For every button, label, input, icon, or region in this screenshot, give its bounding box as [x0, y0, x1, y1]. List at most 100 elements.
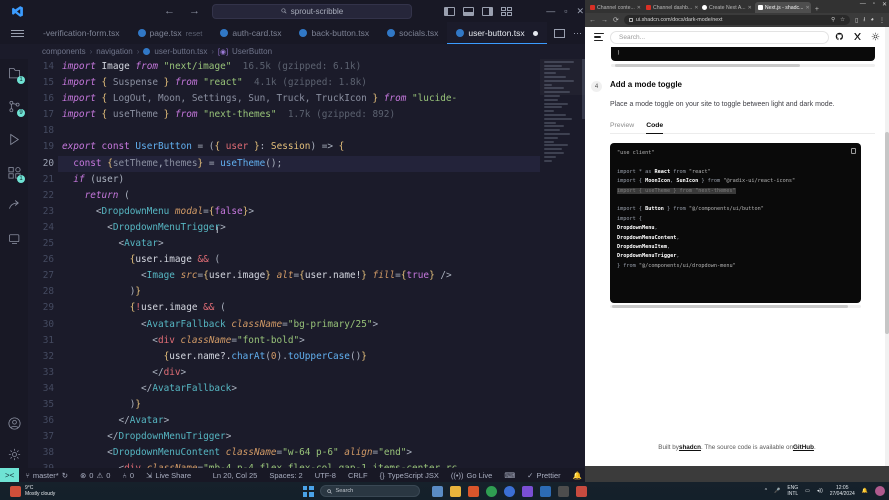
browser-action-icons[interactable]: ▯ ⭳ ◕ ⋮ — [855, 15, 885, 25]
browser-address-bar[interactable]: ui.shadcn.com/docs/dark-mode/next ⚲ ☆ — [623, 15, 850, 25]
status-language-mode[interactable]: {} TypeScript JSX — [374, 471, 445, 480]
status-eol[interactable]: CRLF — [342, 471, 374, 480]
accounts-icon[interactable] — [4, 413, 24, 433]
folder-icon[interactable] — [449, 485, 461, 497]
app-icon-red[interactable] — [575, 485, 587, 497]
app-icon-purple[interactable] — [521, 485, 533, 497]
site-search-input[interactable]: Search... — [610, 30, 829, 44]
code-content[interactable]: 14 import Image from "next/image" 16.5k (… — [28, 59, 588, 468]
browser-tab[interactable]: Channel dashb... ✕ — [643, 2, 699, 13]
breadcrumb-item-navigation[interactable]: navigation — [96, 47, 132, 56]
share-icon[interactable] — [4, 195, 24, 215]
tab-close-icon[interactable]: ✕ — [805, 5, 809, 11]
bookmark-star-icon[interactable]: ☆ — [840, 17, 845, 23]
code-line[interactable]: 28 )} — [28, 284, 588, 300]
browser-back-icon[interactable]: ← — [589, 17, 596, 24]
status-live-share[interactable]: ⇲ Live Share — [140, 471, 197, 480]
taskbar-weather-widget[interactable]: 9°C Mostly cloudy — [0, 485, 55, 497]
app-icon-orange[interactable] — [467, 485, 479, 497]
code-line[interactable]: 26 {user.image && ( — [28, 252, 588, 268]
editor-tab[interactable]: back-button.tsx — [290, 22, 378, 44]
code-line[interactable]: 39 <div className="mb-4 p-4 flex flex-co… — [28, 461, 588, 468]
code-line[interactable]: 37 </DropdownMenuTrigger> — [28, 429, 588, 445]
explorer-icon[interactable]: 1 — [4, 63, 25, 84]
browser-tab-active[interactable]: Next.js - shadc... ✕ — [754, 2, 811, 13]
status-cursor-position[interactable]: Ln 20, Col 25 — [207, 471, 264, 480]
tab-close-icon[interactable]: ✕ — [694, 5, 698, 11]
browser-menu-icon[interactable]: ⋮ — [879, 17, 885, 24]
code-editor[interactable]: 14 import Image from "next/image" 16.5k (… — [28, 59, 588, 468]
profile-avatar-icon[interactable]: ◕ — [870, 17, 874, 23]
browser-reload-icon[interactable]: ⟳ — [613, 16, 619, 24]
breadcrumb-item-file[interactable]: user-button.tsx — [154, 47, 207, 56]
code-line[interactable]: 30 <AvatarFallback className="bg-primary… — [28, 317, 588, 333]
tray-avatar[interactable] — [875, 486, 885, 496]
editor-tab[interactable]: page.tsx reset — [129, 22, 212, 44]
minimap[interactable] — [540, 59, 588, 468]
code-line[interactable]: 14 import Image from "next/image" 16.5k (… — [28, 59, 588, 75]
page-vertical-scrollbar[interactable] — [885, 27, 889, 466]
twitter-x-icon[interactable] — [853, 32, 862, 43]
taskbar-search-box[interactable]: Search — [319, 485, 420, 497]
remote-explorer-icon[interactable] — [4, 228, 24, 248]
sync-icon[interactable]: ↻ — [62, 471, 68, 480]
omnibox-actions[interactable]: ⚲ ☆ — [831, 17, 845, 23]
source-control-icon[interactable]: 9 — [4, 96, 25, 117]
editor-tab[interactable]: auth-card.tsx — [211, 22, 290, 44]
browser-tab[interactable]: Channel conte... ✕ — [587, 2, 643, 13]
code-line[interactable]: 24 <DropdownMenuTrigger> — [28, 220, 588, 236]
vscode-layout-controls[interactable] — [444, 6, 512, 16]
code-line[interactable]: 31 <div className="font-bold"> — [28, 333, 588, 349]
maximize-icon[interactable]: ▫ — [873, 1, 875, 8]
file-explorer-icon[interactable] — [431, 485, 443, 497]
code-line[interactable]: 25 <Avatar> — [28, 236, 588, 252]
split-editor-icon[interactable] — [554, 28, 565, 38]
customize-layout-icon[interactable] — [501, 6, 512, 16]
status-indentation[interactable]: Spaces: 2 — [263, 471, 308, 480]
taskbar-pinned-apps[interactable] — [431, 485, 587, 497]
search-in-page-icon[interactable]: ⚲ — [831, 17, 835, 23]
taskbar-clock[interactable]: 12:05 27/04/2024 — [830, 485, 855, 497]
browser-forward-icon[interactable]: → — [601, 17, 608, 24]
code-line[interactable]: 22 return ( — [28, 188, 588, 204]
vscode-nav-arrows[interactable]: ← → — [164, 5, 200, 17]
code-line[interactable]: 32 {user.name?.charAt(0).toUpperCase()} — [28, 349, 588, 365]
status-encoding[interactable]: UTF-8 — [309, 471, 342, 480]
status-remote-indicator[interactable]: ⌨ — [498, 471, 521, 480]
nav-forward-icon[interactable]: → — [189, 5, 200, 17]
status-prettier[interactable]: ✓ Prettier — [521, 471, 566, 480]
new-tab-button[interactable]: + — [811, 6, 823, 13]
theme-toggle-sun-icon[interactable] — [871, 32, 880, 43]
tray-language[interactable]: ENG INTL — [787, 485, 798, 497]
site-info-icon[interactable] — [628, 18, 633, 22]
chrome-taskbar-icon[interactable] — [557, 485, 569, 497]
code-line[interactable]: 21 if (user) — [28, 172, 588, 188]
code-line[interactable]: 34 </AvatarFallback> — [28, 381, 588, 397]
code-line[interactable]: 20 const {setTheme,themes} = useTheme(); — [28, 155, 588, 172]
code-line[interactable]: 36 </Avatar> — [28, 413, 588, 429]
tray-expand-icon[interactable]: ^ — [765, 488, 767, 494]
minimize-icon[interactable]: ― — [546, 6, 555, 17]
code-block-horizontal-scrollbar[interactable] — [611, 64, 875, 67]
toggle-panel-icon[interactable] — [463, 6, 474, 16]
start-button-icon[interactable] — [302, 485, 314, 497]
web-page-viewport[interactable]: Search... ) 4 Add a mode toggle Place a … — [585, 27, 889, 466]
code-line[interactable]: 17 import { useTheme } from "next-themes"… — [28, 107, 588, 123]
editor-tab[interactable]: socials.tsx — [378, 22, 447, 44]
volume-icon[interactable]: ◂)) — [817, 488, 823, 494]
code-line[interactable]: 16 import { LogOut, Moon, Settings, Sun, … — [28, 91, 588, 107]
footer-link-github[interactable]: GitHub — [793, 444, 814, 451]
editor-tab-active[interactable]: user-button.tsx — [447, 22, 547, 44]
tab-code[interactable]: Code — [646, 122, 664, 134]
tab-close-icon[interactable]: ✕ — [748, 5, 752, 11]
mode-toggle-code-block[interactable]: "use client" import * as React from "rea… — [610, 143, 861, 303]
maximize-icon[interactable]: ▫ — [564, 6, 567, 17]
minimize-icon[interactable]: ― — [860, 1, 866, 8]
copy-code-icon[interactable] — [851, 148, 856, 154]
tab-bar-actions[interactable]: ⋯ — [554, 22, 585, 44]
github-icon[interactable] — [835, 32, 844, 43]
site-header-icons[interactable] — [835, 32, 880, 43]
edge-icon[interactable] — [503, 485, 515, 497]
browser-tab[interactable]: Create Next A... ✕ — [699, 2, 755, 13]
more-actions-icon[interactable]: ⋯ — [573, 28, 582, 39]
